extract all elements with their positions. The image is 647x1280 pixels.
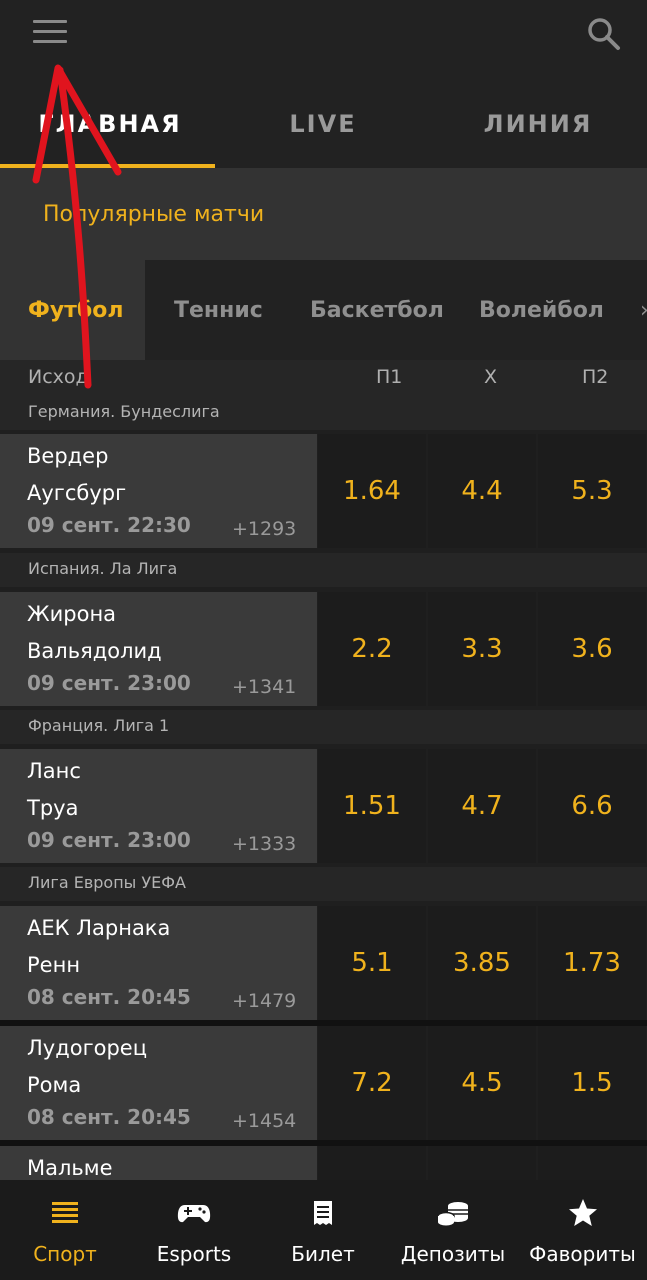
away-team: Труа (27, 796, 79, 820)
more-bets-count: +1333 (232, 833, 297, 855)
popular-matches-title: Популярные матчи (43, 202, 265, 227)
odd-p1-button[interactable]: 7.2 (318, 1026, 426, 1140)
nav-ticket-label: Билет (291, 1242, 355, 1266)
away-team: Вальядолид (27, 639, 162, 663)
home-team: Лудогорец (27, 1036, 148, 1060)
tab-main[interactable]: ГЛАВНАЯ (10, 110, 210, 138)
main-tabs: ГЛАВНАЯ LIVE ЛИНИЯ (0, 70, 647, 168)
more-bets-count: +1454 (232, 1110, 297, 1132)
match-info[interactable]: Мальме (0, 1146, 317, 1180)
away-team: Ренн (27, 953, 81, 977)
nav-deposits-label: Депозиты (400, 1242, 506, 1266)
odd-p1-button[interactable]: 5.1 (318, 906, 426, 1020)
more-bets-count: +1479 (232, 990, 297, 1012)
odd-p2-button[interactable]: 1.5 (538, 1026, 646, 1140)
home-team: АЕК Ларнака (27, 916, 171, 940)
nav-sport-label: Спорт (33, 1242, 97, 1266)
column-p1: П1 (376, 366, 403, 388)
search-icon[interactable] (584, 14, 624, 54)
odd-x-button[interactable]: 4.4 (428, 434, 536, 548)
nav-favorites[interactable]: Фавориты (518, 1180, 647, 1280)
away-team: Рома (27, 1073, 82, 1097)
odd-x-button[interactable]: 4.7 (428, 749, 536, 863)
home-team: Мальме (27, 1156, 113, 1180)
odd-x-button[interactable]: 3.85 (428, 906, 536, 1020)
tab-live[interactable]: LIVE (223, 110, 423, 138)
sports-selector: Футбол Теннис Баскетбол Волейбол › (0, 260, 647, 360)
odd-p1-button[interactable] (318, 1146, 426, 1180)
home-team: Жирона (27, 602, 117, 626)
sport-tab-tennis[interactable]: Теннис (174, 298, 263, 323)
more-bets-count: +1293 (232, 518, 297, 540)
match-date: 09 сент. 22:30 (27, 513, 191, 537)
home-team: Ланс (27, 759, 81, 783)
gamepad-icon (177, 1198, 211, 1228)
column-x: Х (484, 366, 498, 388)
league-header: Испания. Ла Лига (0, 553, 647, 587)
match-info[interactable]: АЕК Ларнака Ренн 08 сент. 20:45 +1479 (0, 906, 317, 1020)
odd-p1-button[interactable]: 1.51 (318, 749, 426, 863)
league-header: Германия. Бундеслига (0, 396, 647, 430)
match-date: 09 сент. 23:00 (27, 671, 191, 695)
league-header: Лига Европы УЕФА (0, 867, 647, 901)
odd-x-button[interactable]: 4.5 (428, 1026, 536, 1140)
match-row[interactable]: Ланс Труа 09 сент. 23:00 +1333 1.51 4.7 … (0, 749, 647, 863)
match-info[interactable]: Лудогорец Рома 08 сент. 20:45 +1454 (0, 1026, 317, 1140)
match-date: 08 сент. 20:45 (27, 1105, 191, 1129)
odd-p1-button[interactable]: 1.64 (318, 434, 426, 548)
column-p2: П2 (582, 366, 609, 388)
ticket-icon (308, 1198, 338, 1228)
sport-tab-volleyball[interactable]: Волейбол (479, 298, 604, 323)
nav-favorites-label: Фавориты (529, 1242, 636, 1266)
away-team: Аугсбург (27, 481, 127, 505)
popular-matches-header: Популярные матчи (0, 168, 647, 260)
odd-p2-button[interactable]: 5.3 (538, 434, 646, 548)
sport-tab-next-partial[interactable]: › (640, 298, 647, 323)
list-icon (50, 1198, 80, 1228)
sport-tab-football[interactable]: Футбол (28, 298, 124, 323)
match-date: 09 сент. 23:00 (27, 828, 191, 852)
nav-deposits[interactable]: Депозиты (388, 1180, 518, 1280)
match-row[interactable]: Вердер Аугсбург 09 сент. 22:30 +1293 1.6… (0, 434, 647, 548)
match-row[interactable]: Жирона Вальядолид 09 сент. 23:00 +1341 2… (0, 592, 647, 706)
match-row[interactable]: Мальме (0, 1146, 647, 1180)
column-outcome: Исход (28, 366, 89, 388)
odd-x-button[interactable] (428, 1146, 536, 1180)
league-header: Франция. Лига 1 (0, 710, 647, 744)
odd-p2-button[interactable]: 6.6 (538, 749, 646, 863)
coins-icon (436, 1198, 470, 1228)
sport-tab-basketball[interactable]: Баскетбол (310, 298, 444, 323)
match-row[interactable]: АЕК Ларнака Ренн 08 сент. 20:45 +1479 5.… (0, 906, 647, 1020)
hamburger-menu-icon[interactable] (33, 18, 69, 48)
odd-p2-button[interactable] (538, 1146, 646, 1180)
more-bets-count: +1341 (232, 676, 297, 698)
match-info[interactable]: Вердер Аугсбург 09 сент. 22:30 +1293 (0, 434, 317, 548)
nav-ticket[interactable]: Билет (258, 1180, 388, 1280)
tab-line[interactable]: ЛИНИЯ (438, 110, 638, 138)
odd-p1-button[interactable]: 2.2 (318, 592, 426, 706)
home-team: Вердер (27, 444, 109, 468)
odd-x-button[interactable]: 3.3 (428, 592, 536, 706)
odd-p2-button[interactable]: 3.6 (538, 592, 646, 706)
top-bar (0, 0, 647, 70)
odd-p2-button[interactable]: 1.73 (538, 906, 646, 1020)
bottom-navigation: Спорт Esports Билет Депозиты Фавориты (0, 1180, 647, 1280)
match-info[interactable]: Ланс Труа 09 сент. 23:00 +1333 (0, 749, 317, 863)
nav-sport[interactable]: Спорт (0, 1180, 130, 1280)
odds-column-headers: Исход П1 Х П2 (0, 360, 647, 396)
match-row[interactable]: Лудогорец Рома 08 сент. 20:45 +1454 7.2 … (0, 1026, 647, 1140)
nav-esports[interactable]: Esports (130, 1180, 258, 1280)
star-icon (568, 1198, 598, 1228)
match-date: 08 сент. 20:45 (27, 985, 191, 1009)
nav-esports-label: Esports (156, 1242, 232, 1266)
match-info[interactable]: Жирона Вальядолид 09 сент. 23:00 +1341 (0, 592, 317, 706)
